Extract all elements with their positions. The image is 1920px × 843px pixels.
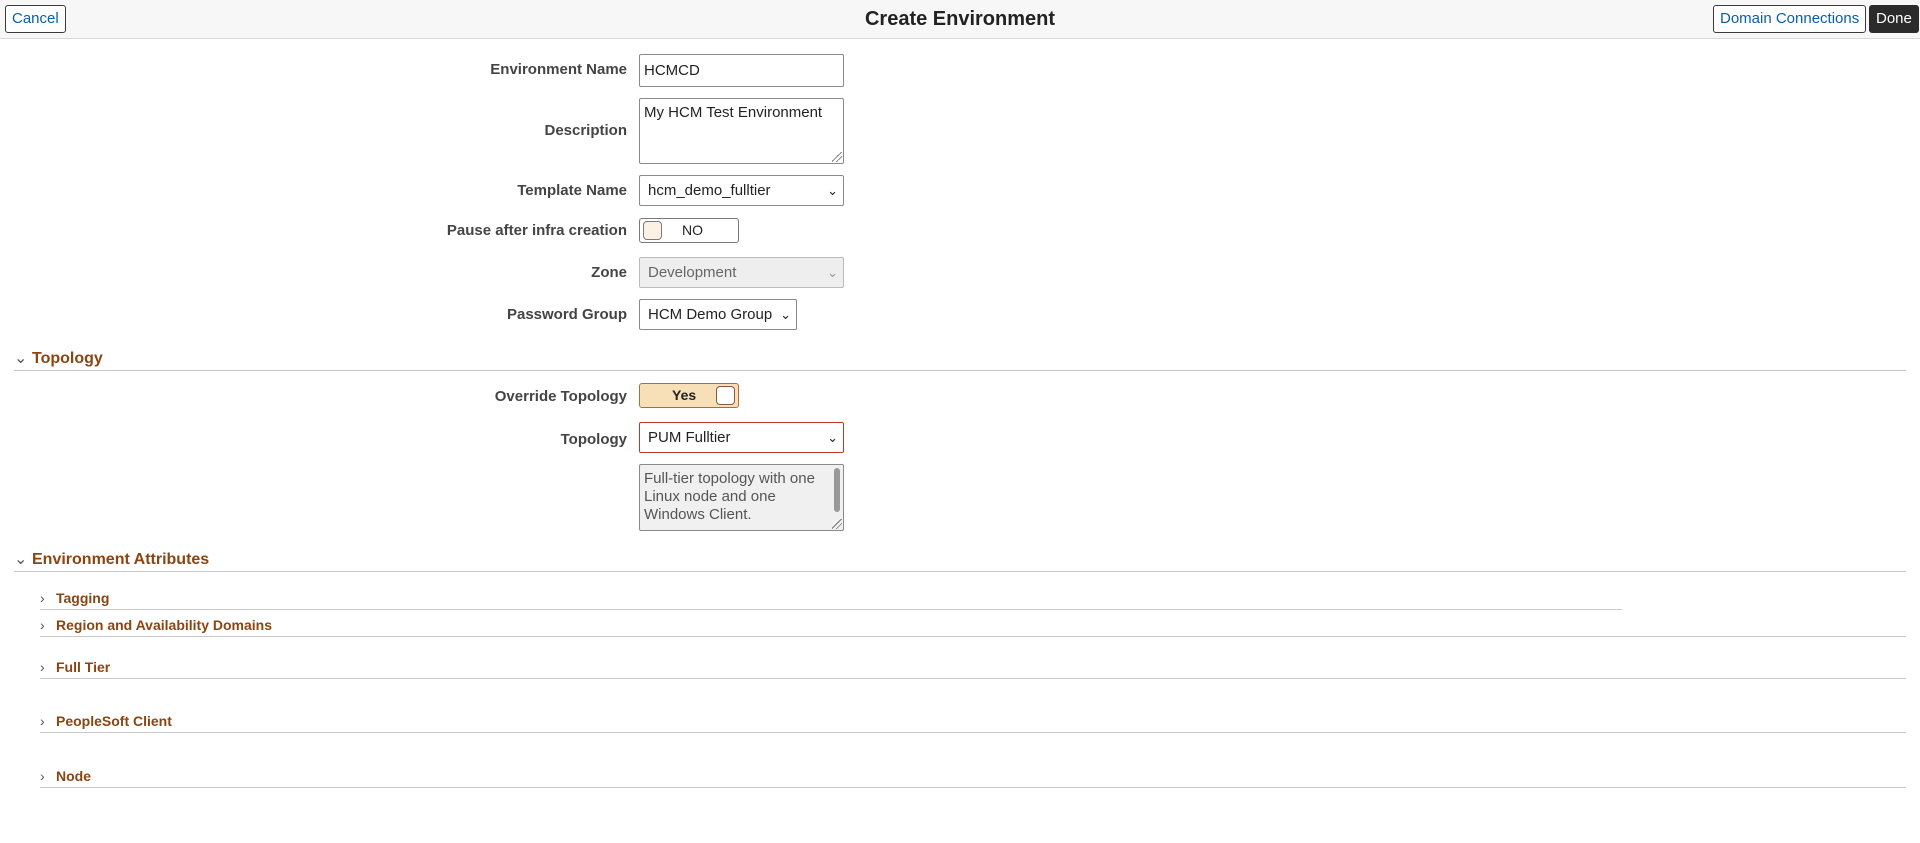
toggle-knob bbox=[643, 221, 662, 240]
zone-select: Development ⌄ bbox=[639, 257, 844, 288]
topology-value: PUM Fulltier bbox=[648, 429, 731, 446]
override-topology-value: Yes bbox=[672, 387, 697, 403]
subsection-title: PeopleSoft Client bbox=[56, 713, 172, 729]
topology-description: Full-tier topology with one Linux node a… bbox=[639, 464, 844, 531]
done-button[interactable]: Done bbox=[1869, 5, 1919, 33]
subsection-tagging-header[interactable]: › Tagging bbox=[40, 590, 109, 606]
chevron-down-icon: ⌄ bbox=[827, 430, 838, 445]
subsection-tagging: › Tagging bbox=[40, 590, 1622, 610]
resize-grip-icon[interactable] bbox=[832, 152, 842, 162]
password-group-select[interactable]: HCM Demo Group ⌄ bbox=[639, 299, 797, 330]
chevron-down-icon: ⌄ bbox=[827, 183, 838, 198]
zone-label: Zone bbox=[591, 264, 627, 281]
chevron-down-icon: ⌄ bbox=[780, 307, 791, 322]
password-group-label: Password Group bbox=[506, 306, 627, 323]
environment-attributes-header[interactable]: ⌄ Environment Attributes bbox=[14, 549, 209, 569]
chevron-right-icon: › bbox=[40, 617, 45, 633]
subsection-title: Tagging bbox=[56, 590, 110, 606]
description-text: My HCM Test Environment bbox=[644, 104, 823, 121]
topology-select[interactable]: PUM Fulltier ⌄ bbox=[639, 422, 844, 453]
topology-section-header[interactable]: ⌄ Topology bbox=[14, 348, 103, 368]
description-textarea[interactable]: My HCM Test Environment bbox=[639, 98, 844, 164]
override-topology-toggle[interactable]: Yes bbox=[639, 383, 739, 408]
pause-after-infra-value: NO bbox=[682, 222, 703, 238]
topology-label: Topology bbox=[560, 431, 627, 448]
environment-name-input[interactable]: HCMCD bbox=[639, 54, 844, 87]
chevron-right-icon: › bbox=[40, 713, 45, 729]
pause-after-infra-label: Pause after infra creation bbox=[446, 222, 627, 239]
template-name-value: hcm_demo_fulltier bbox=[648, 182, 771, 199]
subsection-peoplesoft-client: › PeopleSoft Client bbox=[40, 713, 1906, 733]
page-header: Cancel Create Environment Domain Connect… bbox=[0, 0, 1920, 39]
environment-name-label: Environment Name bbox=[490, 61, 627, 78]
pause-after-infra-toggle[interactable]: NO bbox=[639, 218, 739, 243]
subsection-node-header[interactable]: › Node bbox=[40, 768, 91, 784]
subsection-node: › Node bbox=[40, 768, 1906, 788]
environment-attributes-section: ⌄ Environment Attributes bbox=[14, 549, 1906, 572]
page-title: Create Environment bbox=[864, 8, 1056, 30]
template-name-label: Template Name bbox=[517, 182, 627, 199]
chevron-down-icon: ⌄ bbox=[827, 265, 838, 280]
topology-description-text: Full-tier topology with one Linux node a… bbox=[644, 470, 815, 523]
chevron-right-icon: › bbox=[40, 659, 45, 675]
subsection-region-header[interactable]: › Region and Availability Domains bbox=[40, 617, 272, 633]
description-label: Description bbox=[544, 122, 627, 139]
resize-grip-icon[interactable] bbox=[832, 519, 842, 529]
zone-value: Development bbox=[648, 264, 737, 281]
password-group-value: HCM Demo Group bbox=[648, 306, 773, 323]
subsection-full-tier-header[interactable]: › Full Tier bbox=[40, 659, 110, 675]
domain-connections-button[interactable]: Domain Connections bbox=[1713, 5, 1867, 33]
chevron-right-icon: › bbox=[40, 768, 45, 784]
subsection-title: Region and Availability Domains bbox=[56, 617, 273, 633]
scrollbar[interactable] bbox=[834, 468, 840, 512]
subsection-title: Node bbox=[56, 768, 91, 784]
subsection-peoplesoft-client-header[interactable]: › PeopleSoft Client bbox=[40, 713, 172, 729]
chevron-right-icon: › bbox=[40, 590, 45, 606]
topology-section-title: Topology bbox=[32, 350, 103, 367]
chevron-down-icon: ⌄ bbox=[14, 350, 28, 367]
template-name-select[interactable]: hcm_demo_fulltier ⌄ bbox=[639, 175, 844, 206]
toggle-knob bbox=[716, 386, 735, 405]
environment-attributes-title: Environment Attributes bbox=[32, 551, 210, 568]
subsection-full-tier: › Full Tier bbox=[40, 659, 1906, 679]
topology-section: ⌄ Topology bbox=[14, 348, 1906, 371]
override-topology-label: Override Topology bbox=[494, 388, 627, 405]
subsection-title: Full Tier bbox=[56, 659, 111, 675]
chevron-down-icon: ⌄ bbox=[14, 551, 28, 568]
subsection-region: › Region and Availability Domains bbox=[40, 617, 1906, 637]
